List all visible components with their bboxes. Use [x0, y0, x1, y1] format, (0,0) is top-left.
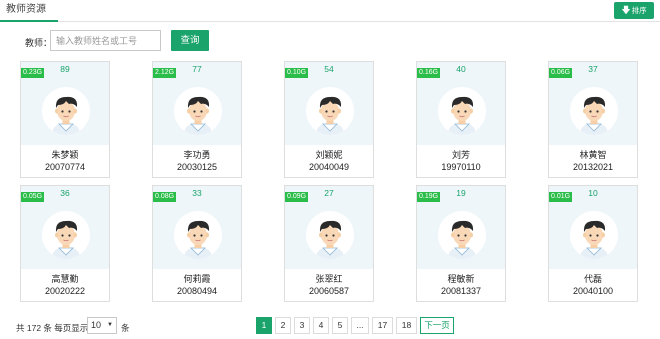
storage-size-badge: 0.16G [417, 68, 441, 78]
teacher-name: 刘芳 [451, 150, 470, 160]
teacher-photo-area: 19 0.19G [417, 186, 505, 269]
teacher-id: 20081337 [440, 286, 482, 296]
teacher-id: 20020222 [44, 286, 86, 296]
page-button[interactable]: 5 [332, 317, 348, 334]
avatar [174, 87, 222, 135]
teacher-id: 19970110 [441, 162, 481, 172]
teacher-name: 程敏新 [447, 274, 475, 284]
storage-size-badge: 0.10G [285, 68, 309, 78]
teacher-card[interactable]: 10 0.01G 代磊 20040100 [548, 185, 638, 302]
storage-size-badge: 0.09G [285, 192, 309, 202]
avatar [42, 211, 90, 259]
storage-size-badge: 0.01G [549, 192, 573, 202]
avatar [174, 211, 222, 259]
page-button[interactable]: 3 [294, 317, 310, 334]
teacher-photo-area: 36 0.05G [21, 186, 109, 269]
teacher-card[interactable]: 27 0.09G 张翠红 20060587 [284, 185, 374, 302]
sort-button[interactable]: 🡇排序 [614, 2, 654, 19]
avatar [438, 87, 486, 135]
teacher-id: 20132021 [572, 162, 614, 172]
teacher-name: 朱梦颖 [51, 150, 79, 160]
avatar [438, 211, 486, 259]
teacher-card[interactable]: 77 2.12G 李功勇 20030125 [152, 61, 242, 178]
teacher-id: 20040100 [572, 286, 614, 296]
query-button[interactable]: 查询 [171, 30, 209, 51]
teacher-id: 20080494 [176, 286, 218, 296]
avatar [306, 211, 354, 259]
teacher-photo-area: 10 0.01G [549, 186, 637, 269]
teacher-card[interactable]: 54 0.10G 刘颖妮 20040049 [284, 61, 374, 178]
teacher-card[interactable]: 89 0.23G 朱梦颖 20070774 [20, 61, 110, 178]
page-size-value: 10 [91, 320, 102, 330]
teacher-card[interactable]: 36 0.05G 高慧勤 20020222 [20, 185, 110, 302]
page-button[interactable]: 17 [372, 317, 393, 334]
teacher-id: 20040049 [308, 162, 350, 172]
caret-down-icon: ▼ [107, 322, 113, 328]
teacher-grid: 89 0.23G 朱梦颖 20070774 77 2.12G 李功勇 20030… [20, 61, 638, 302]
avatar [570, 87, 618, 135]
teacher-name: 何莉霞 [183, 274, 211, 284]
teacher-id: 20030125 [176, 162, 218, 172]
teacher-name: 张翠红 [315, 274, 343, 284]
teacher-photo-area: 27 0.09G [285, 186, 373, 269]
teacher-card[interactable]: 40 0.16G 刘芳 19970110 [416, 61, 506, 178]
teacher-name: 代磊 [583, 274, 602, 284]
teacher-photo-area: 77 2.12G [153, 62, 241, 145]
page-size-select[interactable]: 10 ▼ [87, 317, 117, 334]
storage-size-badge: 0.23G [21, 68, 45, 78]
storage-size-badge: 0.05G [21, 192, 45, 202]
teacher-name: 林黄智 [579, 150, 607, 160]
teacher-card[interactable]: 37 0.06G 林黄智 20132021 [548, 61, 638, 178]
avatar [306, 87, 354, 135]
storage-size-badge: 2.12G [153, 68, 177, 78]
page-button[interactable]: 4 [313, 317, 329, 334]
teacher-photo-area: 54 0.10G [285, 62, 373, 145]
page-button[interactable]: 18 [396, 317, 417, 334]
teacher-photo-area: 37 0.06G [549, 62, 637, 145]
teacher-id: 20060587 [308, 286, 350, 296]
tab-teacher-resources[interactable]: 教师资源 [0, 0, 58, 22]
next-page-button[interactable]: 下一页 [420, 317, 454, 334]
teacher-name: 刘颖妮 [315, 150, 343, 160]
avatar [570, 211, 618, 259]
teacher-card[interactable]: 33 0.08G 何莉霞 20080494 [152, 185, 242, 302]
teacher-photo-area: 89 0.23G [21, 62, 109, 145]
teacher-photo-area: 33 0.08G [153, 186, 241, 269]
page-ellipsis: ... [351, 317, 369, 334]
page-button[interactable]: 2 [275, 317, 291, 334]
teacher-name: 李功勇 [183, 150, 211, 160]
teacher-name: 高慧勤 [51, 274, 79, 284]
teacher-photo-area: 40 0.16G [417, 62, 505, 145]
arrow-down-icon: 🡇 [621, 5, 631, 15]
storage-size-badge: 0.08G [153, 192, 177, 202]
storage-size-badge: 0.06G [549, 68, 573, 78]
teacher-id: 20070774 [44, 162, 86, 172]
teacher-search-input[interactable] [50, 30, 161, 51]
total-count-text: 共 172 条 每页显示 [16, 323, 89, 333]
avatar [42, 87, 90, 135]
page-button[interactable]: 1 [256, 317, 272, 334]
sort-button-label: 排序 [631, 6, 647, 15]
storage-size-badge: 0.19G [417, 192, 441, 202]
page-size-unit: 条 [121, 323, 130, 333]
teacher-card[interactable]: 19 0.19G 程敏新 20081337 [416, 185, 506, 302]
search-label: 教师： [25, 38, 53, 48]
tab-bar: 教师资源 🡇排序 [0, 0, 660, 22]
